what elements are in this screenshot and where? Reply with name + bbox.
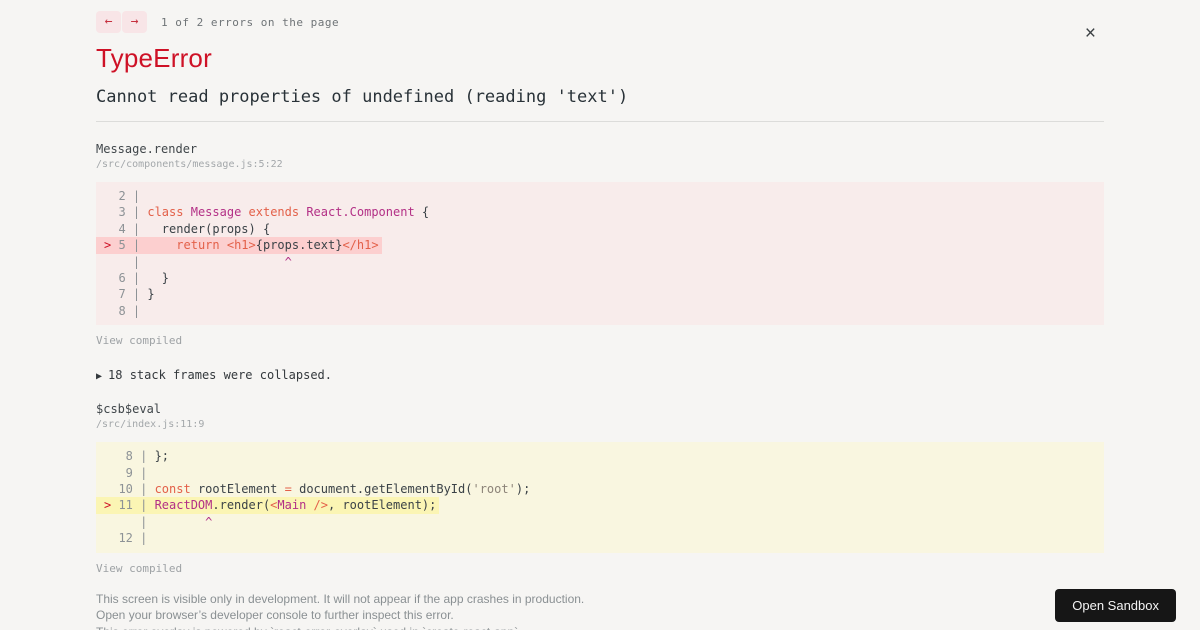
close-icon: × [1084, 23, 1096, 44]
code-frame: 2 | 3 | class Message extends React.Comp… [96, 182, 1104, 326]
error-message: Cannot read properties of undefined (rea… [96, 87, 629, 107]
next-error-button[interactable]: → [122, 11, 147, 33]
right-arrow-icon: → [130, 14, 139, 29]
code-line: 9 | [104, 465, 155, 480]
close-overlay-button[interactable]: × [1085, 24, 1096, 43]
footer-line: This error overlay is powered by `react-… [96, 624, 1104, 630]
code-line: > 5 | return <h1>{props.text}</h1> [96, 237, 1096, 254]
footer-line: This screen is visible only in developme… [96, 591, 585, 606]
code-line: 10 | const rootElement = document.getEle… [104, 482, 531, 497]
stack-frame-csb-eval: $csb$eval /src/index.js:11:9 8 | }; 9 | … [96, 402, 1104, 576]
code-line: 3 | class Message extends React.Componen… [104, 205, 430, 220]
error-nav: ← → 1 of 2 errors on the page [96, 11, 1104, 33]
error-type-title: TypeError [96, 43, 212, 73]
code-line: > 11 | ReactDOM.render(<Main />, rootEle… [96, 497, 1096, 514]
code-line: 8 | }; [104, 449, 170, 464]
frame-file-location: /src/index.js:11:9 [96, 419, 205, 431]
view-compiled-link[interactable]: View compiled [96, 334, 182, 347]
left-arrow-icon: ← [104, 14, 113, 29]
frame-function-name: Message.render [96, 142, 198, 156]
divider [96, 121, 1104, 122]
error-count-status: 1 of 2 errors on the page [161, 15, 340, 29]
collapsed-stack-frames-label: 18 stack frames were collapsed. [108, 368, 332, 383]
view-compiled-link[interactable]: View compiled [96, 562, 182, 575]
collapsed-stack-frames-toggle[interactable]: ▶ 18 stack frames were collapsed. [96, 368, 1104, 382]
open-sandbox-button[interactable]: Open Sandbox [1055, 589, 1176, 622]
code-line: 8 | [104, 303, 148, 318]
code-frame: 8 | }; 9 | 10 | const rootElement = docu… [96, 442, 1104, 553]
footer-line: Open your browser’s developer console to… [96, 608, 454, 623]
code-line: 7 | } [104, 287, 155, 302]
stack-frame-message-render: Message.render /src/components/message.j… [96, 142, 1104, 349]
triangle-right-icon: ▶ [96, 371, 103, 383]
code-line: 12 | [104, 531, 155, 546]
code-line: | ^ [104, 514, 213, 529]
code-line: | ^ [104, 254, 292, 269]
error-overlay: ← → 1 of 2 errors on the page × TypeErro… [0, 11, 1200, 630]
code-line: 2 | [104, 189, 148, 203]
frame-function-name: $csb$eval [96, 402, 162, 417]
code-line: 6 | } [104, 271, 170, 286]
prev-error-button[interactable]: ← [96, 11, 121, 33]
code-line: 4 | render(props) { [104, 221, 271, 236]
frame-file-location: /src/components/message.js:5:22 [96, 159, 283, 170]
footer-note: This screen is visible only in developme… [96, 591, 1104, 630]
